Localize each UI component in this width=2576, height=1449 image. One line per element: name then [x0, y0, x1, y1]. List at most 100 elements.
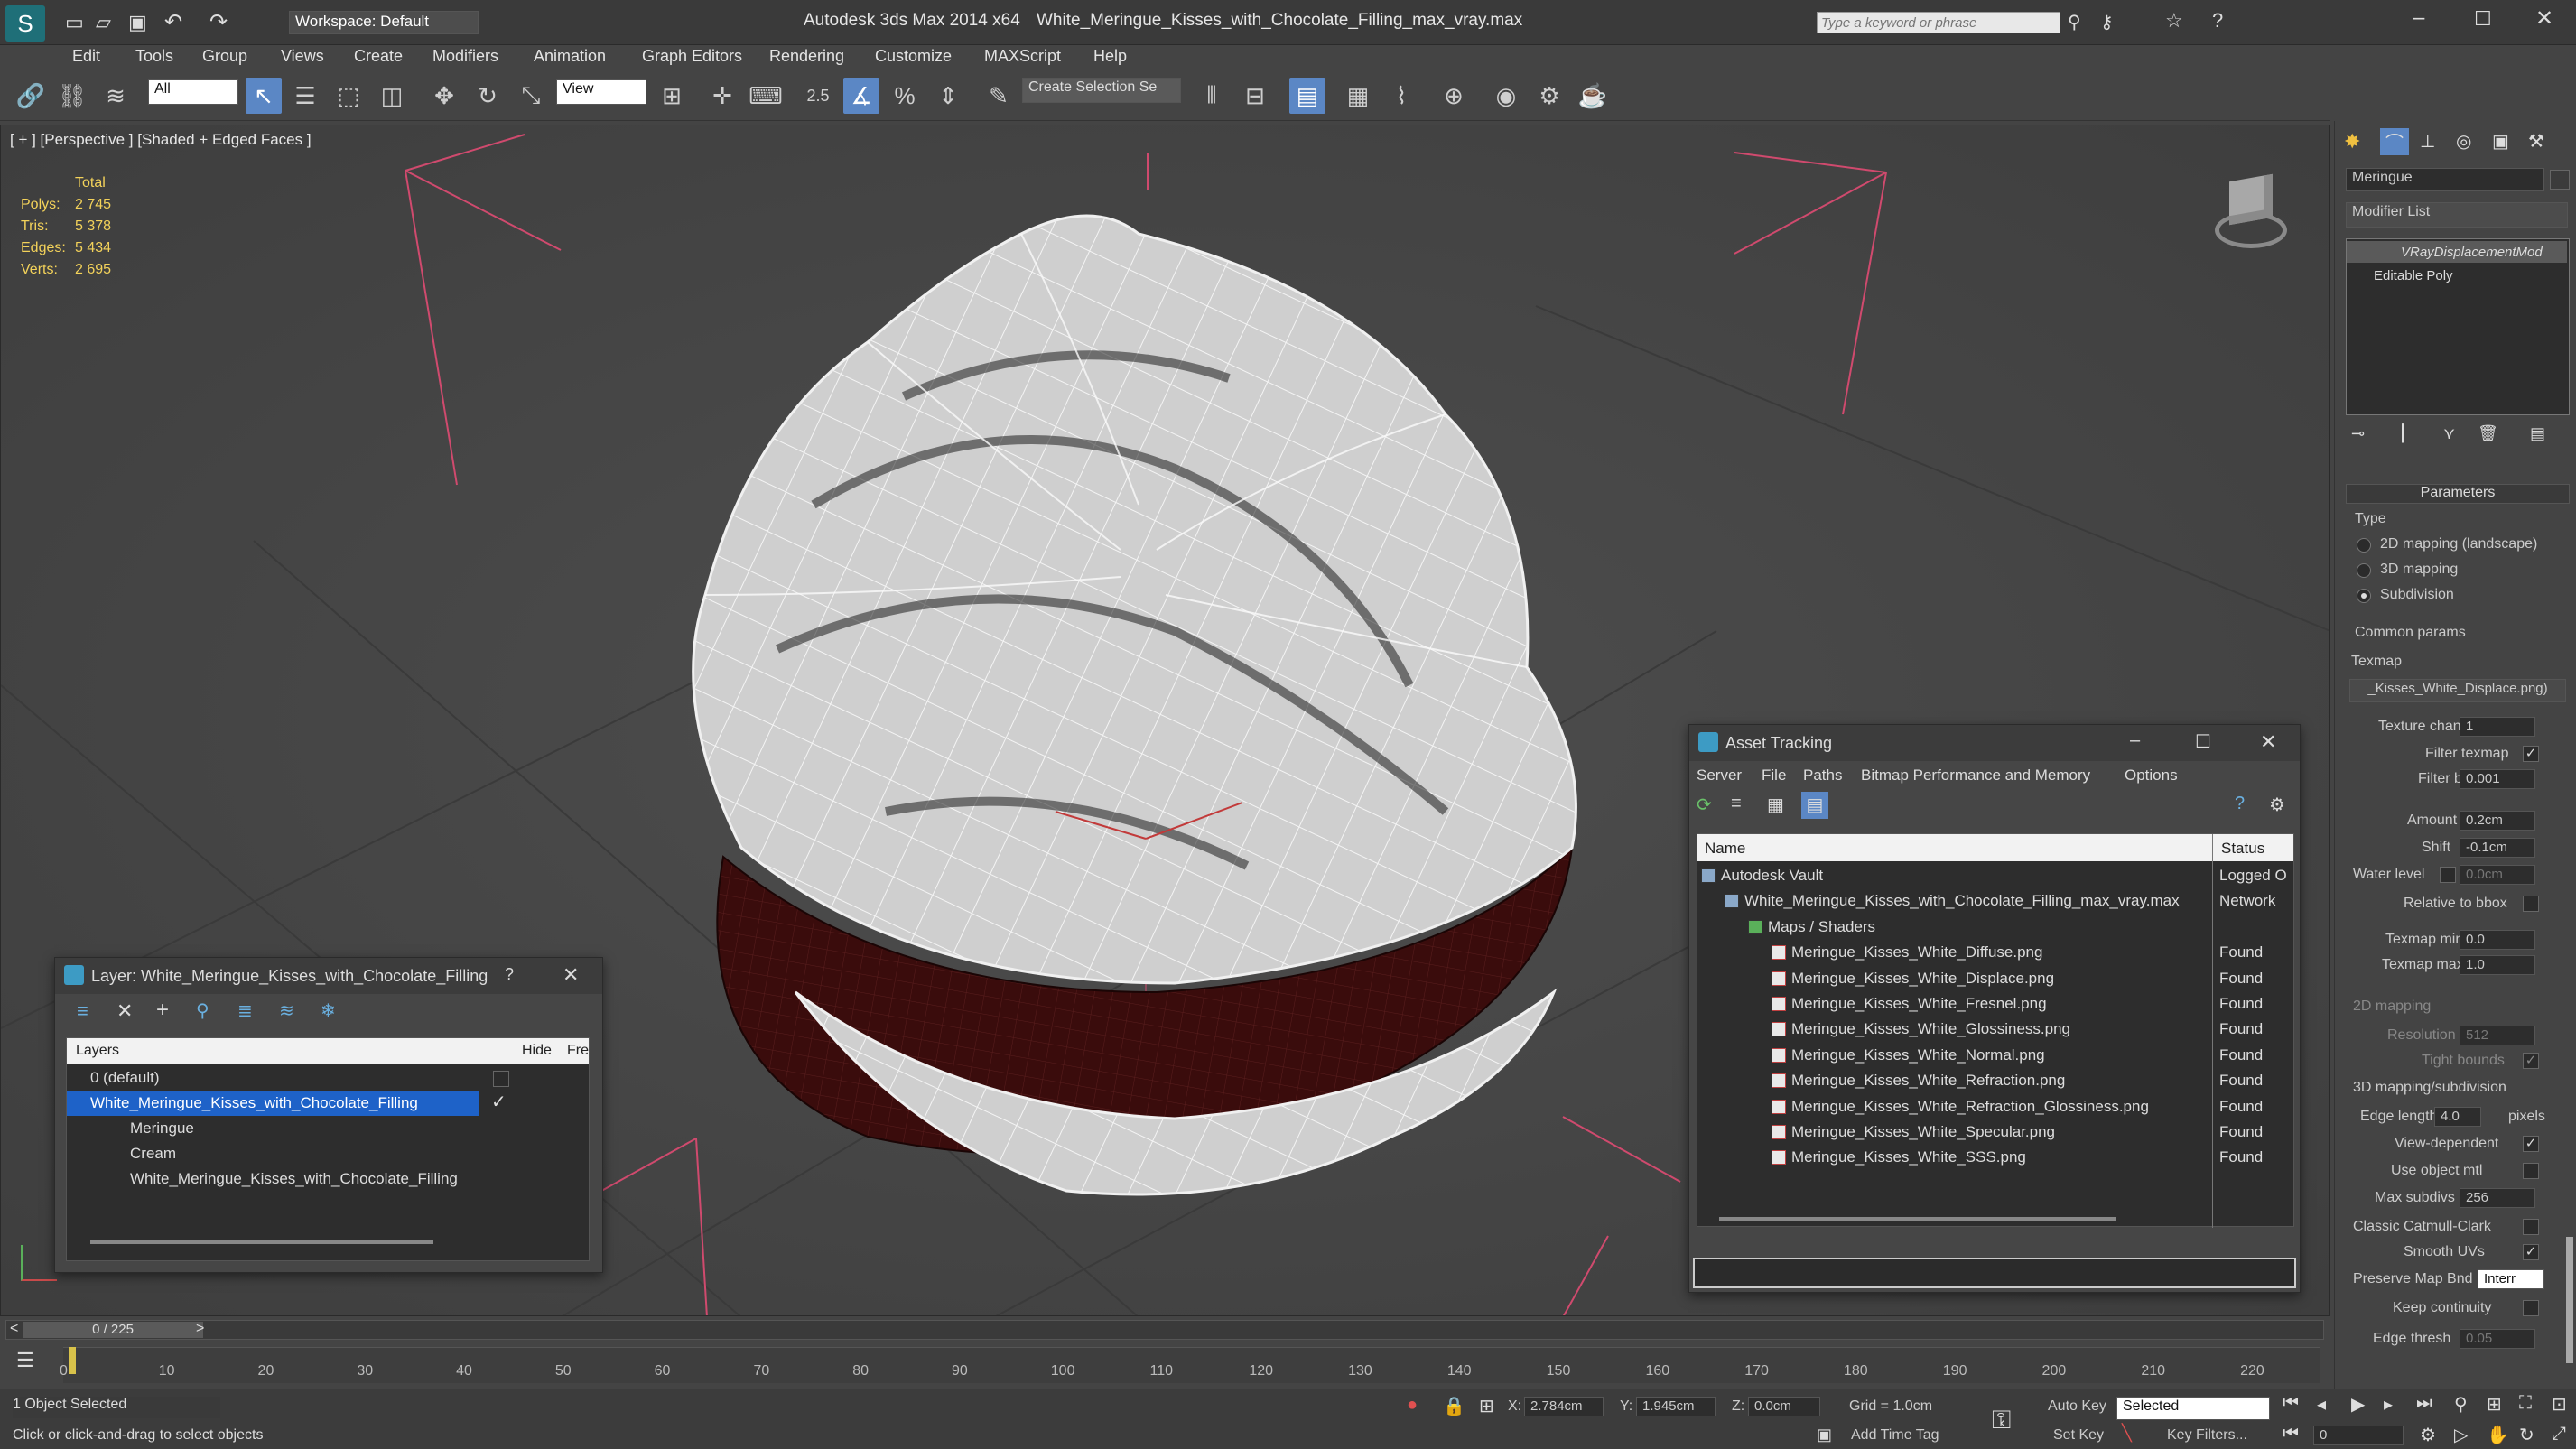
maximize-viewport-icon[interactable]: ⤢ — [2552, 1424, 2566, 1444]
make-unique-icon[interactable]: ⋎ — [2443, 424, 2455, 443]
asset-row[interactable]: Meringue_Kisses_White_Fresnel.png Found — [1697, 991, 2293, 1017]
smooth-uvs-checkbox[interactable]: ✓ — [2523, 1244, 2539, 1260]
asset-row[interactable]: Meringue_Kisses_White_Normal.png Found — [1697, 1043, 2293, 1068]
rotate-icon[interactable]: ↻ — [470, 78, 506, 114]
pan-icon[interactable]: ✋ — [2487, 1424, 2509, 1446]
asset-path-field[interactable] — [1693, 1258, 2296, 1288]
set-key-icon[interactable]: ⚿ — [1992, 1406, 2011, 1435]
snap-toggle-icon[interactable]: 2.5 — [800, 78, 836, 114]
pivot-center-icon[interactable]: ⊞ — [654, 78, 690, 114]
manipulate-icon[interactable]: ✛ — [704, 78, 740, 114]
tight-bounds-checkbox[interactable]: ✓ — [2523, 1053, 2539, 1069]
menu-maxscript[interactable]: MAXScript — [984, 47, 1061, 66]
asset-settings-icon[interactable]: ⚙ — [2269, 794, 2285, 816]
edit-named-selection-icon[interactable]: ✎ — [981, 78, 1017, 114]
asset-row[interactable]: Autodesk Vault Logged O — [1697, 863, 2293, 888]
delete-layer-icon[interactable]: ✕ — [116, 999, 133, 1023]
layer-row-active[interactable]: White_Meringue_Kisses_with_Chocolate_Fil… — [67, 1091, 479, 1116]
key-icon[interactable]: ⚷ — [2100, 11, 2114, 33]
key-mode-dropdown[interactable]: Selected — [2116, 1397, 2270, 1420]
texmap-button[interactable]: _Kisses_White_Displace.png) — [2349, 679, 2566, 702]
schematic-view-icon[interactable]: ⊕ — [1436, 78, 1472, 114]
asset-hscrollbar[interactable] — [1719, 1217, 2116, 1221]
star-icon[interactable]: ☆ — [2165, 9, 2183, 33]
binoculars-icon[interactable]: ⚲ — [2068, 11, 2081, 33]
hierarchy-tab-icon[interactable]: ⊥ — [2420, 130, 2435, 153]
stack-item-editable-poly[interactable]: Editable Poly — [2347, 265, 2567, 286]
type-3d-radio[interactable] — [2357, 563, 2371, 578]
asset-row[interactable]: Meringue_Kisses_White_Diffuse.png Found — [1697, 940, 2293, 965]
water-level-spinner[interactable]: 0.0cm — [2460, 865, 2535, 885]
time-slider-next-icon[interactable]: > — [196, 1321, 204, 1337]
render-icon[interactable]: ☕ — [1575, 78, 1611, 114]
hide-all-icon[interactable]: ≋ — [279, 999, 294, 1022]
motion-tab-icon[interactable]: ◎ — [2456, 130, 2471, 153]
time-slider-prev-icon[interactable]: < — [10, 1321, 18, 1337]
layer-scrollbar[interactable] — [90, 1240, 433, 1244]
asset-help-icon[interactable]: ? — [2235, 794, 2245, 814]
y-coord-field[interactable]: 1.945cm — [1636, 1397, 1716, 1416]
time-tag-icon[interactable]: ▣ — [1817, 1426, 1832, 1444]
named-selection-dropdown[interactable]: Create Selection Se — [1022, 78, 1181, 103]
menu-help[interactable]: Help — [1093, 47, 1127, 66]
trackbar-toggle-icon[interactable]: ☰ — [16, 1349, 34, 1372]
select-object-icon[interactable]: ↖ — [246, 78, 282, 114]
track-bar[interactable] — [63, 1347, 2320, 1383]
layer-row-object[interactable]: White_Meringue_Kisses_with_Chocolate_Fil… — [67, 1166, 589, 1192]
view-dependent-checkbox[interactable]: ✓ — [2523, 1136, 2539, 1152]
curve-editor-icon[interactable]: ⌇ — [1383, 78, 1419, 114]
time-slider-thumb[interactable]: 0 / 225 — [23, 1322, 203, 1338]
current-frame-marker[interactable] — [69, 1347, 76, 1374]
minimize-icon[interactable]: – — [2413, 5, 2424, 31]
asset-menu-bitmap[interactable]: Bitmap Performance and Memory — [1861, 766, 2090, 785]
menu-views[interactable]: Views — [281, 47, 324, 66]
highlight-layer-icon[interactable]: ≣ — [237, 999, 253, 1022]
add-time-tag[interactable]: Add Time Tag — [1851, 1427, 1939, 1444]
link-icon[interactable]: 🔗 — [13, 78, 49, 114]
texmap-max-spinner[interactable]: 1.0 — [2460, 955, 2535, 975]
asset-row[interactable]: Meringue_Kisses_White_Specular.png Found — [1697, 1119, 2293, 1145]
move-icon[interactable]: ✥ — [426, 78, 462, 114]
col-layers[interactable]: Layers — [76, 1043, 119, 1059]
next-frame-icon[interactable]: ▸ — [2384, 1393, 2393, 1416]
table-view-icon[interactable]: ▤ — [1801, 792, 1828, 819]
asset-row[interactable]: Meringue_Kisses_White_Displace.png Found — [1697, 966, 2293, 991]
key-filters-button[interactable]: Key Filters... — [2167, 1427, 2247, 1444]
zoom-extents-icon[interactable]: ⛶ — [2519, 1393, 2532, 1414]
reference-coord-dropdown[interactable]: View — [556, 79, 646, 105]
zoom-all-icon[interactable]: ⊞ — [2487, 1393, 2502, 1416]
filter-blur-spinner[interactable]: 0.001 — [2460, 769, 2535, 789]
thumbnail-view-icon[interactable]: ▦ — [1767, 794, 1784, 816]
z-coord-field[interactable]: 0.0cm — [1748, 1397, 1820, 1416]
fov-icon[interactable]: ▷ — [2454, 1424, 2468, 1446]
max-subdivs-spinner[interactable]: 256 — [2460, 1188, 2535, 1208]
relative-bbox-checkbox[interactable] — [2523, 896, 2539, 912]
asset-close-icon[interactable]: ✕ — [2260, 730, 2276, 754]
prev-frame-icon[interactable]: ◂ — [2317, 1393, 2326, 1416]
layer-row-default[interactable]: 0 (default) — [67, 1065, 589, 1091]
asset-minimize-icon[interactable]: – — [2130, 730, 2140, 751]
asset-menu-paths[interactable]: Paths — [1803, 766, 1842, 785]
freeze-all-icon[interactable]: ❄ — [321, 999, 336, 1022]
show-end-result-icon[interactable]: ┃ — [2398, 424, 2408, 443]
edge-thresh-spinner[interactable]: 0.05 — [2460, 1329, 2535, 1349]
selection-filter-dropdown[interactable]: All — [148, 79, 238, 105]
asset-row[interactable]: Meringue_Kisses_White_Refraction_Glossin… — [1697, 1094, 2293, 1119]
layer-row-object[interactable]: Meringue — [67, 1116, 589, 1141]
zoom-icon[interactable]: ⚲ — [2454, 1393, 2468, 1416]
use-object-mtl-checkbox[interactable] — [2523, 1163, 2539, 1179]
percent-snap-icon[interactable]: % — [887, 78, 923, 114]
asset-maximize-icon[interactable]: ☐ — [2195, 730, 2211, 753]
window-crossing-icon[interactable]: ◫ — [374, 78, 410, 114]
current-layer-checkbox[interactable] — [493, 1071, 509, 1087]
filter-texmap-checkbox[interactable]: ✓ — [2523, 746, 2539, 762]
asset-row[interactable]: Meringue_Kisses_White_SSS.png Found — [1697, 1145, 2293, 1170]
catmull-clark-checkbox[interactable] — [2523, 1219, 2539, 1235]
configure-sets-icon[interactable]: ▤ — [2530, 424, 2545, 443]
scale-icon[interactable]: ⤡ — [513, 78, 549, 114]
menu-customize[interactable]: Customize — [875, 47, 952, 66]
utilities-tab-icon[interactable]: ⚒ — [2528, 130, 2544, 153]
goto-start-icon[interactable]: ⏮ — [2283, 1393, 2299, 1414]
modifier-list-dropdown[interactable]: Modifier List — [2346, 202, 2568, 228]
menu-graph-editors[interactable]: Graph Editors — [642, 47, 742, 66]
